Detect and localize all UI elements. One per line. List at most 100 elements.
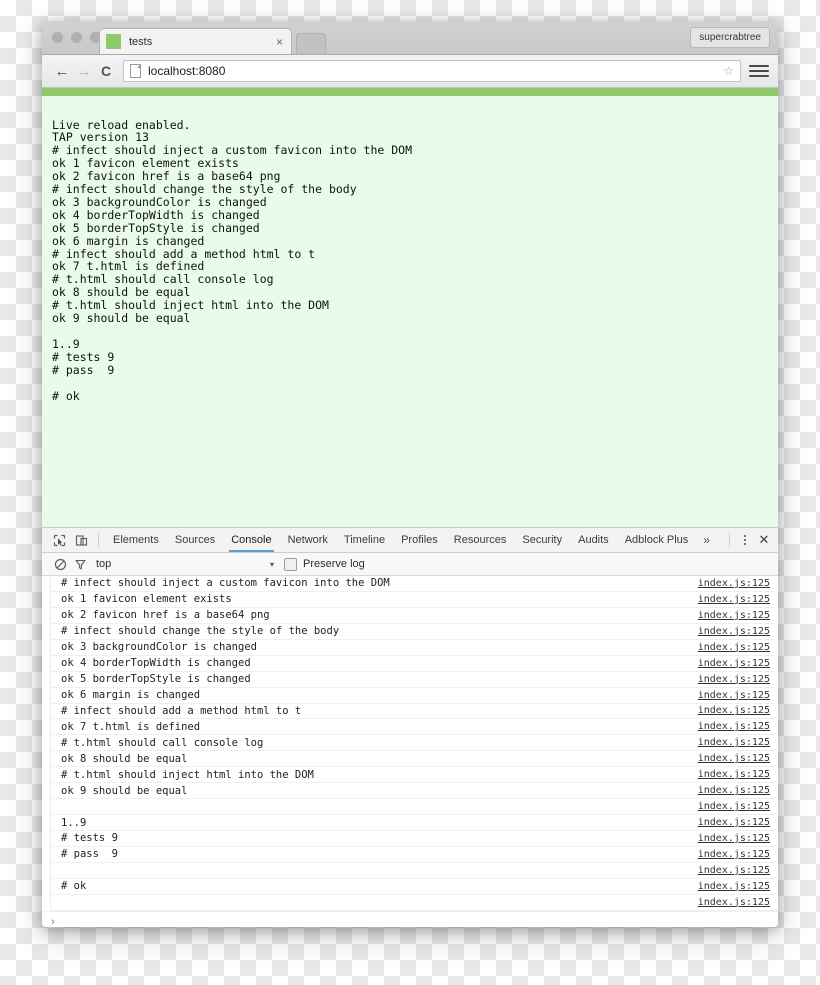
console-source-link[interactable]: index.js:125 <box>698 769 770 780</box>
clear-console-icon[interactable] <box>50 558 70 571</box>
console-messages-area[interactable]: # infect should inject a custom favicon … <box>42 576 778 927</box>
console-source-link[interactable]: index.js:125 <box>698 578 770 589</box>
tab-network[interactable]: Network <box>280 528 336 552</box>
console-message-row: # t.html should call console log index.js… <box>51 735 778 752</box>
browser-tab-tests[interactable]: tests × <box>99 28 292 54</box>
browser-window: tests × supercrabtree ← → C localhost:80… <box>42 21 778 927</box>
toolbar-divider-right <box>729 533 730 547</box>
close-window-button[interactable] <box>52 32 63 43</box>
console-message-row: ok 2 favicon href is a base64 png index.j… <box>51 608 778 624</box>
console-message-row: index.js:125 <box>51 863 778 879</box>
tab-audits[interactable]: Audits <box>570 528 617 552</box>
console-message-list: # infect should inject a custom favicon … <box>50 576 778 911</box>
console-message-row: ok 6 margin is changed index.js:125 <box>51 688 778 704</box>
console-source-link[interactable]: index.js:125 <box>698 721 770 732</box>
console-source-link[interactable]: index.js:125 <box>698 594 770 605</box>
console-source-link[interactable]: index.js:125 <box>698 881 770 892</box>
tab-favicon-icon <box>106 34 121 49</box>
preserve-log-checkbox[interactable] <box>284 557 297 571</box>
console-source-link[interactable]: index.js:125 <box>698 849 770 860</box>
console-message-row: # tests 9 index.js:125 <box>51 831 778 847</box>
console-source-link[interactable]: index.js:125 <box>698 817 770 828</box>
console-message-text: # infect should inject a custom favicon … <box>61 577 390 590</box>
console-source-link[interactable]: index.js:125 <box>698 642 770 653</box>
window-controls <box>52 32 101 43</box>
tab-adblock-plus[interactable]: Adblock Plus <box>617 528 697 552</box>
console-source-link[interactable]: index.js:125 <box>698 658 770 669</box>
console-message-row: # infect should add a method html to t in… <box>51 704 778 720</box>
console-message-text: # tests 9 <box>61 832 118 845</box>
minimize-window-button[interactable] <box>71 32 82 43</box>
console-source-link[interactable]: index.js:125 <box>698 801 770 812</box>
devtools-settings-icon[interactable] <box>736 531 754 549</box>
tab-timeline[interactable]: Timeline <box>336 528 393 552</box>
forward-icon[interactable]: → <box>73 60 95 82</box>
tab-close-icon[interactable]: × <box>274 36 285 48</box>
console-message-row: # ok index.js:125 <box>51 879 778 895</box>
console-message-row: 1..9 index.js:125 <box>51 815 778 831</box>
console-message-row: ok 3 backgroundColor is changed index.js:… <box>51 640 778 656</box>
page-viewport: Live reload enabled. TAP version 13 # in… <box>42 88 778 527</box>
console-message-text: ok 2 favicon href is a base64 png <box>61 609 270 622</box>
new-tab-button[interactable] <box>296 33 326 54</box>
console-input-row[interactable]: › <box>42 910 778 927</box>
browser-menu-icon[interactable] <box>749 65 769 77</box>
console-message-text: ok 8 should be equal <box>61 752 188 765</box>
console-source-link[interactable]: index.js:125 <box>698 674 770 685</box>
inspect-element-icon[interactable] <box>48 528 70 552</box>
console-source-link[interactable]: index.js:125 <box>698 690 770 701</box>
tab-sources[interactable]: Sources <box>167 528 223 552</box>
tab-elements[interactable]: Elements <box>105 528 167 552</box>
toolbar-divider <box>98 533 99 547</box>
console-source-link[interactable]: index.js:125 <box>698 833 770 844</box>
console-prompt-icon: › <box>51 915 55 927</box>
devtools-toolbar-right: ✕ <box>723 528 778 552</box>
console-message-text: ok 6 margin is changed <box>61 689 201 702</box>
console-source-link[interactable]: index.js:125 <box>698 897 770 908</box>
toggle-device-toolbar-icon[interactable] <box>70 528 92 552</box>
console-message-text: ok 1 favicon element exists <box>61 593 232 606</box>
console-message-text: # infect should add a method html to t <box>61 704 302 717</box>
page-info-icon[interactable] <box>130 64 141 78</box>
execution-context-select[interactable]: top ▾ <box>96 558 274 570</box>
tab-console[interactable]: Console <box>223 528 279 552</box>
console-message-text: ok 4 borderTopWidth is changed <box>61 657 251 670</box>
console-source-link[interactable]: index.js:125 <box>698 626 770 637</box>
console-message-text: ok 5 borderTopStyle is changed <box>61 673 251 686</box>
console-source-link[interactable]: index.js:125 <box>698 737 770 748</box>
console-message-text: # ok <box>61 880 87 893</box>
reload-icon[interactable]: C <box>95 60 117 82</box>
back-icon[interactable]: ← <box>51 60 73 82</box>
console-message-row: ok 5 borderTopStyle is changed index.js:1… <box>51 672 778 688</box>
preserve-log-label: Preserve log <box>303 558 365 570</box>
browser-tabstrip: tests × supercrabtree <box>42 21 778 55</box>
devtools-tabbar: Elements Sources Console Network Timelin… <box>42 528 778 553</box>
browser-navbar: ← → C localhost:8080 ☆ <box>42 55 778 88</box>
profile-button[interactable]: supercrabtree <box>690 27 770 48</box>
more-tabs-icon[interactable]: » <box>696 528 717 552</box>
chevron-down-icon: ▾ <box>269 559 274 569</box>
filter-funnel-icon[interactable] <box>70 558 90 571</box>
address-bar[interactable]: localhost:8080 ☆ <box>123 60 741 82</box>
url-text: localhost:8080 <box>148 64 226 78</box>
close-devtools-icon[interactable]: ✕ <box>754 531 774 549</box>
preserve-log-toggle[interactable]: Preserve log <box>284 557 365 571</box>
console-message-row: ok 8 should be equal index.js:125 <box>51 751 778 768</box>
console-source-link[interactable]: index.js:125 <box>698 785 770 796</box>
console-source-link[interactable]: index.js:125 <box>698 865 770 876</box>
tab-title: tests <box>129 35 153 48</box>
console-message-text: # infect should change the style of the … <box>61 625 340 638</box>
tab-profiles[interactable]: Profiles <box>393 528 446 552</box>
tab-resources[interactable]: Resources <box>446 528 515 552</box>
execution-context-value: top <box>96 558 112 570</box>
console-message-row: # pass 9 index.js:125 <box>51 847 778 863</box>
console-message-row: index.js:125 <box>51 799 778 816</box>
tab-security[interactable]: Security <box>514 528 570 552</box>
console-source-link[interactable]: index.js:125 <box>698 705 770 716</box>
console-source-link[interactable]: index.js:125 <box>698 610 770 621</box>
bookmark-star-icon[interactable]: ☆ <box>723 64 734 78</box>
console-message-row: ok 1 favicon element exists index.js:125 <box>51 592 778 608</box>
console-message-row: # t.html should inject html into the DOM… <box>51 767 778 784</box>
console-message-text: 1..9 <box>61 816 87 829</box>
console-source-link[interactable]: index.js:125 <box>698 753 770 764</box>
